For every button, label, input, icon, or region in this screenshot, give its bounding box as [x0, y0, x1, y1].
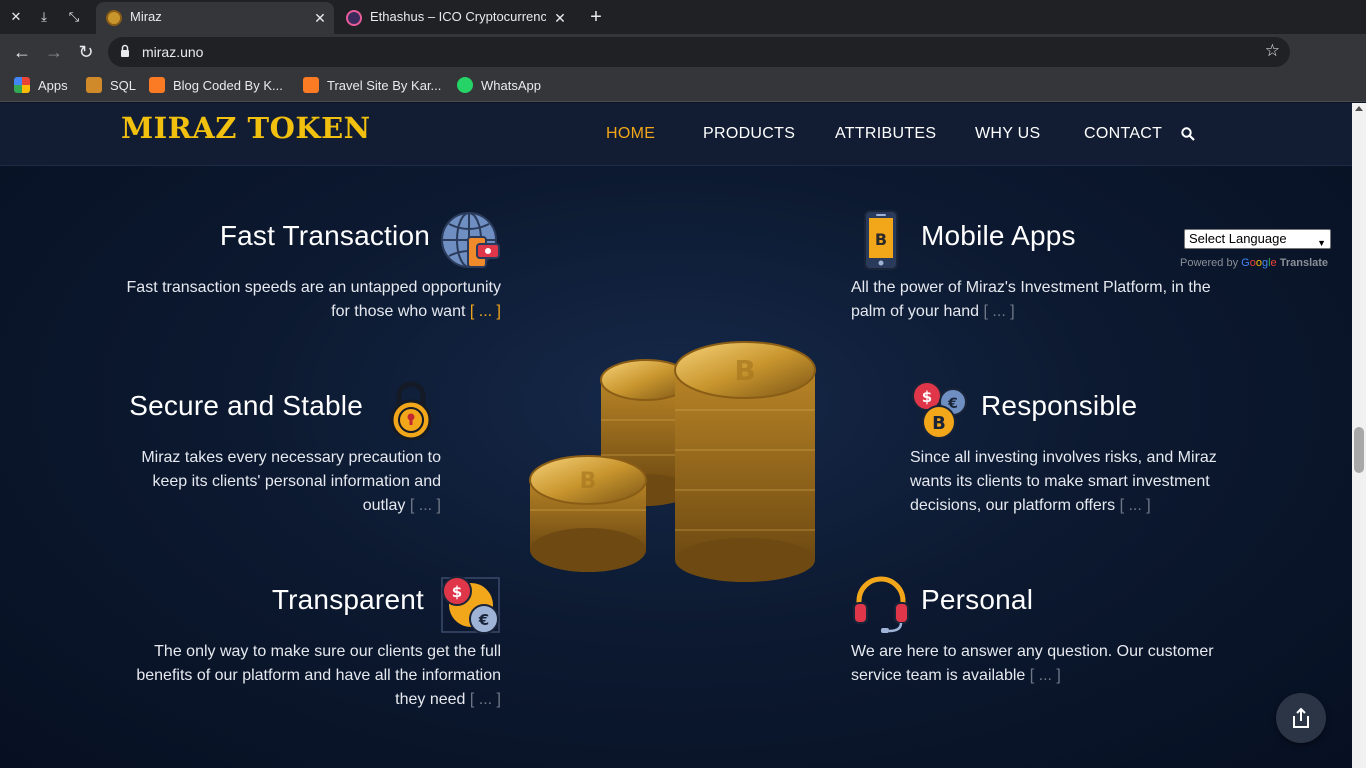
- svg-text:B: B: [580, 469, 597, 494]
- sql-icon: [86, 77, 102, 93]
- read-more-link[interactable]: [ ... ]: [410, 497, 441, 514]
- svg-text:$: $: [452, 583, 462, 601]
- lock-icon: [121, 44, 129, 57]
- translate-link[interactable]: Translate: [1280, 257, 1328, 269]
- globe-mobile-icon: [441, 212, 500, 268]
- nav-attributes[interactable]: ATTRIBUTES: [835, 125, 936, 143]
- nav-why-us[interactable]: WHY US: [975, 125, 1041, 143]
- svg-text:B: B: [734, 354, 755, 387]
- svg-text:B: B: [875, 230, 887, 249]
- bookmarks-bar: Apps SQL Blog Coded By K... Travel Site …: [0, 70, 1366, 102]
- feature-title-fast-transaction: Fast Transaction: [219, 220, 430, 251]
- xampp-icon: [303, 77, 319, 93]
- bookmark-blog[interactable]: Blog Coded By K...: [149, 77, 283, 95]
- bookmark-sql[interactable]: SQL: [86, 77, 136, 95]
- close-window-icon[interactable]: ✕: [6, 7, 26, 27]
- address-bar[interactable]: miraz.uno ☆: [108, 37, 1290, 67]
- read-more-link[interactable]: [ ... ]: [470, 303, 501, 320]
- currency-coins-icon: $ € B: [912, 381, 967, 439]
- share-button[interactable]: [1276, 693, 1326, 743]
- feature-desc-responsible: Since all investing involves risks, and …: [910, 449, 1217, 514]
- feature-desc-transparent: The only way to make sure our clients ge…: [136, 643, 501, 708]
- smartphone-bitcoin-icon: B: [864, 210, 898, 270]
- google-logo[interactable]: Google: [1241, 257, 1277, 269]
- minimize-icon[interactable]: ⤡: [64, 7, 84, 27]
- whatsapp-icon: [457, 77, 473, 93]
- read-more-link[interactable]: [ ... ]: [470, 691, 501, 708]
- powered-by-google-translate: Powered by Google Translate: [1180, 257, 1329, 269]
- headset-icon: [853, 576, 909, 633]
- read-more-link[interactable]: [ ... ]: [984, 303, 1015, 320]
- browser-tab-strip: ✕ ⤓ ⤡ Miraz ✕ Ethashus – ICO Cryptocurre…: [0, 0, 1366, 34]
- bookmark-star-icon[interactable]: ☆: [1265, 41, 1280, 61]
- bitcoin-stack-illustration: B B: [529, 341, 816, 582]
- feature-title-secure-stable: Secure and Stable: [129, 390, 363, 421]
- bookmark-whatsapp[interactable]: WhatsApp: [457, 77, 541, 95]
- svg-text:$: $: [922, 388, 932, 406]
- xampp-icon: [149, 77, 165, 93]
- feature-desc-fast-transaction: Fast transaction speeds are an untapped …: [126, 279, 501, 320]
- bookmark-travel[interactable]: Travel Site By Kar...: [303, 77, 441, 95]
- nav-products[interactable]: PRODUCTS: [703, 125, 795, 143]
- tab-title: Ethashus – ICO Cryptocurrency: [370, 9, 546, 24]
- feature-desc-secure-stable: Miraz takes every necessary precaution t…: [141, 449, 441, 514]
- page-content: MIRAZ TOKEN HOME PRODUCTS ATTRIBUTES WHY…: [0, 103, 1352, 768]
- padlock-icon: [390, 381, 432, 440]
- site-logo[interactable]: MIRAZ TOKEN: [121, 111, 371, 145]
- language-select[interactable]: Select Language ▼: [1184, 229, 1331, 249]
- search-icon[interactable]: [1181, 127, 1195, 141]
- nav-contact[interactable]: CONTACT: [1084, 125, 1162, 143]
- feature-desc-mobile-apps: All the power of Miraz's Investment Plat…: [851, 279, 1211, 320]
- chevron-down-icon: ▼: [1317, 238, 1326, 248]
- ethashus-favicon-icon: [346, 10, 362, 26]
- scrollbar-thumb[interactable]: [1354, 427, 1364, 473]
- apps-grid-icon: [14, 77, 30, 93]
- feature-desc-personal: We are here to answer any question. Our …: [851, 643, 1214, 684]
- svg-text:B: B: [932, 413, 946, 434]
- site-header: MIRAZ TOKEN HOME PRODUCTS ATTRIBUTES WHY…: [0, 103, 1352, 166]
- feature-title-personal: Personal: [921, 584, 1034, 615]
- reload-icon[interactable]: ↻: [74, 40, 98, 64]
- read-more-link[interactable]: [ ... ]: [1120, 497, 1151, 514]
- svg-text:€: €: [478, 611, 489, 629]
- download-icon[interactable]: ⤓: [34, 7, 54, 27]
- bookmark-apps[interactable]: Apps: [14, 77, 68, 95]
- feature-title-mobile-apps: Mobile Apps: [921, 220, 1076, 251]
- browser-toolbar: ← → ↻ miraz.uno ☆ ⋮: [0, 34, 1366, 98]
- tab-close-icon[interactable]: ✕: [552, 10, 568, 26]
- back-arrow-icon[interactable]: ←: [10, 40, 34, 64]
- nav-home[interactable]: HOME: [606, 125, 655, 143]
- url-text: miraz.uno: [142, 44, 204, 60]
- tab-title: Miraz: [130, 9, 162, 24]
- tab-miraz[interactable]: Miraz ✕: [96, 2, 334, 34]
- forward-arrow-icon[interactable]: →: [42, 40, 66, 64]
- tab-ethashus[interactable]: Ethashus – ICO Cryptocurrency ✕: [336, 2, 574, 34]
- scroll-up-arrow-icon[interactable]: [1355, 106, 1363, 111]
- tab-close-icon[interactable]: ✕: [312, 10, 328, 26]
- currency-exchange-icon: $ €: [441, 576, 500, 634]
- feature-title-transparent: Transparent: [271, 584, 424, 615]
- feature-title-responsible: Responsible: [981, 390, 1138, 421]
- bitcoin-favicon-icon: [106, 10, 122, 26]
- new-tab-icon[interactable]: +: [585, 6, 607, 28]
- read-more-link[interactable]: [ ... ]: [1030, 667, 1061, 684]
- share-icon: [1293, 707, 1309, 728]
